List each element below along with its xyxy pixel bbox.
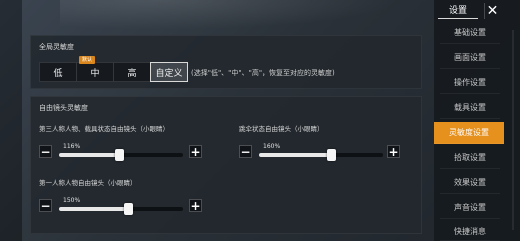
slider-first-person-label: 第一人称人物自由镜头（小眼睛） bbox=[39, 179, 137, 187]
plus-icon: + bbox=[190, 144, 201, 159]
plus-icon: + bbox=[388, 144, 399, 159]
close-button[interactable]: ✕ bbox=[484, 3, 500, 19]
slider-parachute-label: 跳伞状态自由镜头（小眼睛） bbox=[239, 125, 324, 133]
slider-parachute-plus[interactable]: + bbox=[387, 145, 400, 158]
sidebar-item-vehicle[interactable]: 载具设置 bbox=[440, 97, 500, 119]
option-medium-label: 中 bbox=[90, 68, 100, 79]
slider-third-person-value: 116% bbox=[63, 143, 81, 150]
slider-first-person-handle[interactable] bbox=[124, 203, 134, 215]
settings-title: 设置 bbox=[438, 3, 478, 19]
sidebar-item-effects[interactable]: 效果设置 bbox=[440, 172, 500, 194]
slider-parachute-fill bbox=[259, 153, 331, 157]
slider-first-person-plus[interactable]: + bbox=[189, 199, 202, 212]
option-high[interactable]: 高 bbox=[113, 62, 151, 82]
slider-first-person-minus[interactable]: − bbox=[39, 199, 52, 212]
sidebar-item-controls[interactable]: 操作设置 bbox=[440, 72, 500, 94]
slider-third-person-track[interactable] bbox=[59, 149, 183, 161]
slider-first-person-value: 150% bbox=[63, 197, 81, 204]
free-camera-panel: 自由镜头灵敏度 第三人称人物、载具状态自由镜头（小眼睛） − 116% + 跳伞… bbox=[30, 96, 422, 234]
sensitivity-option-group: 低 中 高 自定义 bbox=[39, 62, 188, 82]
sidebar-item-basic[interactable]: 基础设置 bbox=[440, 22, 500, 44]
global-sensitivity-title: 全局灵敏度 bbox=[39, 43, 74, 51]
option-low[interactable]: 低 bbox=[39, 62, 77, 82]
slider-third-person-handle[interactable] bbox=[114, 149, 124, 161]
sidebar-scrollbar[interactable] bbox=[512, 30, 514, 230]
minus-icon: − bbox=[40, 198, 51, 213]
sidebar-item-sound[interactable]: 声音设置 bbox=[440, 197, 500, 219]
slider-parachute-handle[interactable] bbox=[326, 149, 336, 161]
sidebar-item-graphics[interactable]: 画面设置 bbox=[440, 47, 500, 69]
sidebar-item-quick-message[interactable]: 快捷消息 bbox=[440, 222, 500, 241]
sidebar-item-sensitivity[interactable]: 灵敏度设置 bbox=[434, 122, 504, 144]
slider-parachute-track[interactable] bbox=[259, 149, 383, 161]
option-custom[interactable]: 自定义 bbox=[150, 62, 188, 82]
slider-first-person-fill bbox=[59, 207, 129, 211]
sidebar-header: 设置 ✕ bbox=[434, 0, 520, 22]
minus-icon: − bbox=[240, 144, 251, 159]
slider-first-person-track[interactable] bbox=[59, 203, 183, 215]
settings-sidebar: 设置 ✕ 基础设置 画面设置 操作设置 载具设置 灵敏度设置 拾取设置 效果设置… bbox=[434, 0, 520, 241]
sidebar-item-pickup[interactable]: 拾取设置 bbox=[440, 147, 500, 169]
slider-parachute-value: 160% bbox=[263, 143, 281, 150]
option-medium[interactable]: 中 bbox=[76, 62, 114, 82]
slider-third-person-plus[interactable]: + bbox=[189, 145, 202, 158]
default-badge: 默认 bbox=[79, 56, 96, 64]
background-decoration bbox=[60, 0, 400, 30]
sensitivity-hint: (选择"低"、"中"、"高"，恢复至对应的灵敏度) bbox=[191, 69, 335, 77]
plus-icon: + bbox=[190, 198, 201, 213]
slider-third-person-label: 第三人称人物、载具状态自由镜头（小眼睛） bbox=[39, 125, 169, 133]
slider-parachute-minus[interactable]: − bbox=[239, 145, 252, 158]
global-sensitivity-panel: 全局灵敏度 低 中 高 自定义 默认 (选择"低"、"中"、"高"，恢复至对应的… bbox=[30, 35, 422, 89]
left-edge-strip bbox=[0, 0, 22, 241]
slider-third-person-minus[interactable]: − bbox=[39, 145, 52, 158]
free-camera-title: 自由镜头灵敏度 bbox=[39, 104, 88, 112]
close-icon: ✕ bbox=[486, 3, 499, 19]
slider-third-person-fill bbox=[59, 153, 119, 157]
minus-icon: − bbox=[40, 144, 51, 159]
